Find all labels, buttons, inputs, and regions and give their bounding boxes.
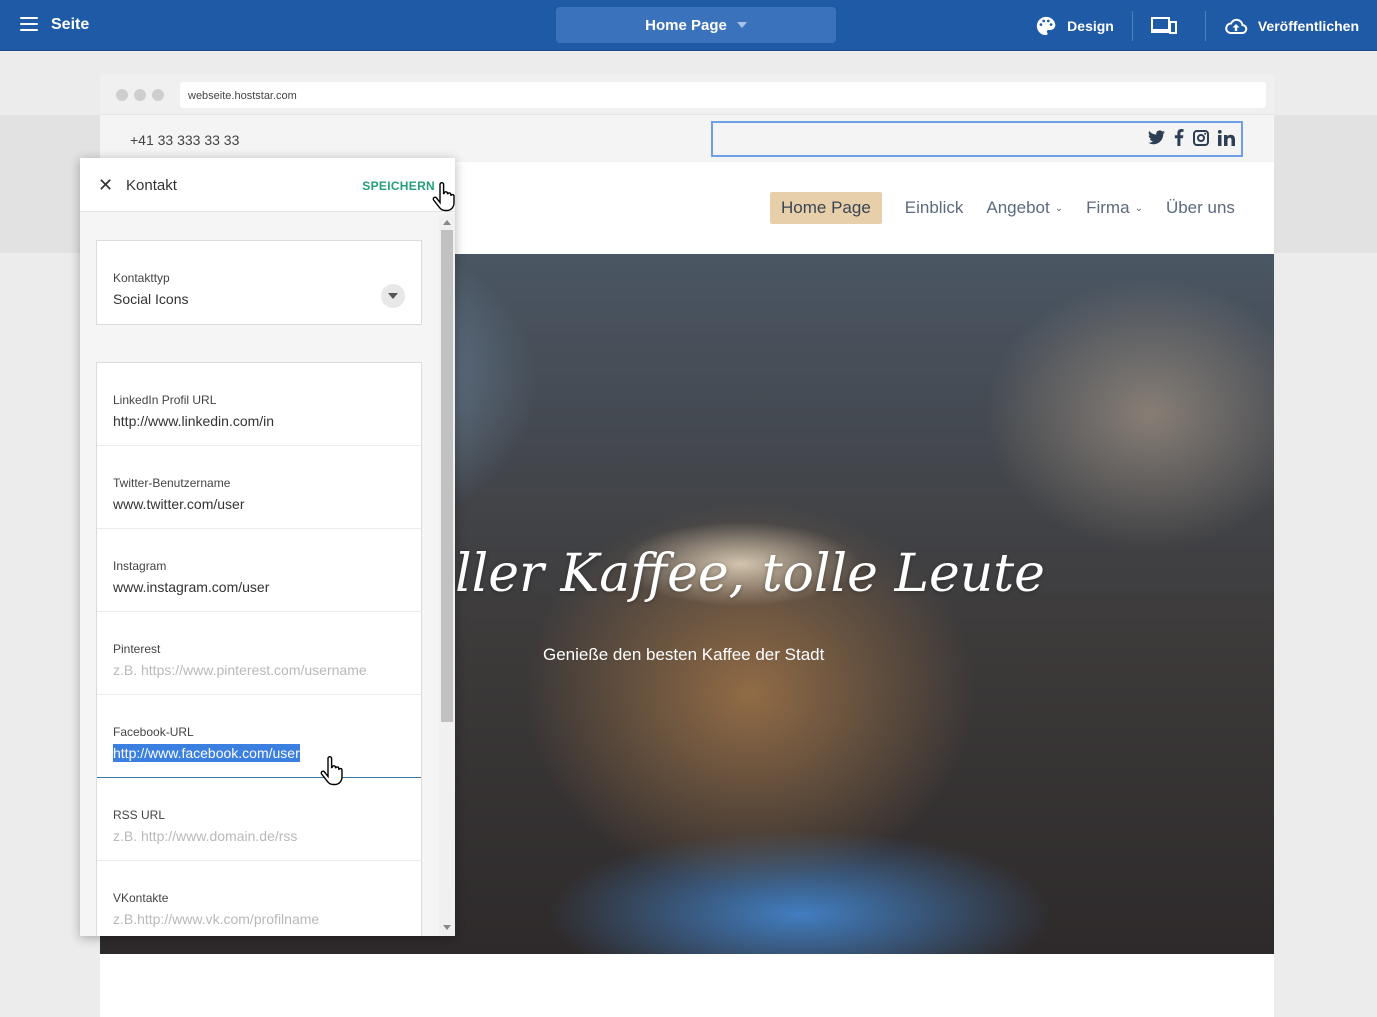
- linkedin-icon[interactable]: [1217, 129, 1235, 149]
- contact-type-card: Kontakttyp Social Icons: [96, 240, 422, 325]
- site-phone: +41 33 333 33 33: [130, 132, 240, 148]
- nav-item-angebot[interactable]: Angebot ⌄: [986, 198, 1063, 218]
- publish-button[interactable]: Veröffentlichen: [1206, 0, 1377, 51]
- scroll-down-icon[interactable]: [443, 925, 451, 930]
- twitter-username-field: Twitter-Benutzername: [97, 446, 421, 529]
- page-selector-value: Home Page: [645, 16, 727, 34]
- devices-icon: [1150, 16, 1177, 34]
- field-label: Kontakttyp: [113, 271, 170, 285]
- browser-chrome: webseite.hoststar.com: [100, 75, 1274, 115]
- instagram-field: Instagram: [97, 529, 421, 612]
- app-bar: Seite Home Page Design Veröffentlichen: [0, 0, 1377, 51]
- design-button[interactable]: Design: [1017, 0, 1132, 51]
- social-urls-card: LinkedIn Profil URL Twitter-Benutzername…: [96, 362, 422, 936]
- dropdown-arrow-icon[interactable]: [381, 284, 405, 308]
- contact-settings-panel: ✕ Kontakt SPEICHERN Kontakttyp Social Ic…: [80, 158, 455, 936]
- device-preview-button[interactable]: [1133, 0, 1205, 51]
- panel-header: ✕ Kontakt SPEICHERN: [80, 158, 455, 212]
- field-label: Twitter-Benutzername: [113, 476, 231, 490]
- chevron-down-icon: ⌄: [1134, 202, 1143, 214]
- design-label: Design: [1067, 17, 1114, 34]
- instagram-input[interactable]: [113, 579, 403, 595]
- rss-url-input[interactable]: [113, 828, 403, 844]
- panel-title: Kontakt: [126, 177, 177, 194]
- nav-item-einblick[interactable]: Einblick: [905, 198, 964, 218]
- vkontakte-input[interactable]: [113, 911, 403, 927]
- palette-icon: [1037, 16, 1056, 35]
- nav-item-firma[interactable]: Firma ⌄: [1086, 198, 1143, 218]
- window-dots: [116, 89, 164, 101]
- chevron-down-icon: ⌄: [1054, 202, 1064, 214]
- publish-label: Veröffentlichen: [1257, 17, 1359, 34]
- rss-url-field: RSS URL: [97, 778, 421, 861]
- pinterest-field: Pinterest: [97, 612, 421, 695]
- field-label: LinkedIn Profil URL: [113, 393, 217, 407]
- field-label: Facebook-URL: [113, 725, 194, 739]
- hero-title: ller Kaffee, tolle Leute: [455, 544, 1045, 604]
- close-icon[interactable]: ✕: [98, 176, 113, 194]
- nav-item-ueber-uns[interactable]: Über uns: [1166, 198, 1235, 218]
- twitter-username-input[interactable]: [113, 496, 403, 512]
- address-bar: webseite.hoststar.com: [180, 82, 1266, 108]
- site-topbar: +41 33 333 33 33: [100, 115, 1274, 162]
- section-label: Seite: [51, 16, 90, 33]
- twitter-icon[interactable]: [1148, 130, 1165, 148]
- field-label: Instagram: [113, 559, 167, 573]
- scroll-up-icon[interactable]: [443, 220, 451, 225]
- pinterest-input[interactable]: [113, 662, 403, 678]
- facebook-url-field: Facebook-URL http://www.facebook.com/use…: [97, 695, 421, 778]
- nav-item-label: Angebot: [986, 198, 1050, 217]
- linkedin-url-input[interactable]: [113, 413, 403, 429]
- hamburger-menu-icon[interactable]: [20, 17, 38, 31]
- hero-subtitle: Genieße den besten Kaffee der Stadt: [543, 645, 825, 664]
- panel-scrollbar[interactable]: [439, 214, 455, 936]
- nav-item-label: Firma: [1086, 198, 1130, 217]
- field-label: Pinterest: [113, 642, 161, 656]
- scrollbar-thumb[interactable]: [441, 230, 453, 722]
- caret-down-icon: [736, 22, 747, 28]
- cloud-upload-icon: [1225, 18, 1248, 34]
- linkedin-url-field: LinkedIn Profil URL: [97, 363, 421, 446]
- save-button[interactable]: SPEICHERN: [362, 179, 435, 193]
- instagram-icon[interactable]: [1193, 129, 1209, 149]
- field-label: RSS URL: [113, 808, 166, 822]
- contact-type-value: Social Icons: [113, 291, 189, 307]
- social-icons-block[interactable]: [711, 121, 1243, 157]
- vkontakte-field: VKontakte: [97, 861, 421, 936]
- nav-item-home[interactable]: Home Page: [770, 192, 882, 224]
- field-label: VKontakte: [113, 891, 169, 905]
- facebook-url-input[interactable]: http://www.facebook.com/user: [113, 744, 300, 762]
- contact-type-select[interactable]: Kontakttyp Social Icons: [97, 241, 421, 324]
- facebook-icon[interactable]: [1174, 128, 1184, 149]
- page-selector-dropdown[interactable]: Home Page: [556, 7, 836, 43]
